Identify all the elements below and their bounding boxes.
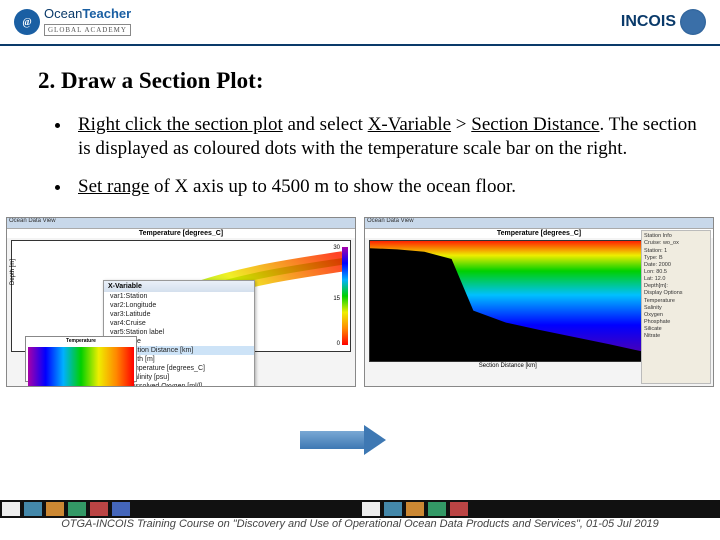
arrow-icon [300, 425, 386, 455]
logo-word1: Ocean [44, 6, 82, 21]
taskbar-icon[interactable] [46, 502, 64, 516]
context-menu-item[interactable]: var2:Longitude [104, 301, 254, 310]
colorbar [342, 247, 348, 345]
window-titlebar: Ocean Data View [365, 218, 713, 229]
sidebar-line: Station Info [644, 233, 708, 240]
globe-icon [680, 9, 706, 35]
taskbar-icon[interactable] [90, 502, 108, 516]
taskbar-icon[interactable] [112, 502, 130, 516]
header-bar: @ OceanTeacher GLOBAL ACADEMY INCOIS [0, 0, 720, 46]
context-menu-item[interactable]: var1:Station [104, 292, 254, 301]
sidebar-line: Silicate [644, 326, 708, 333]
slide-title: 2. Draw a Section Plot: [38, 68, 702, 94]
sidebar-line: Display Options [644, 290, 708, 297]
sidebar-line: Type: B [644, 255, 708, 262]
sidebar-line: Phosphate [644, 319, 708, 326]
y-axis-label: Depth [m] [10, 259, 16, 285]
left-screenshot: Ocean Data View Temperature [degrees_C] … [6, 217, 356, 387]
sidebar-line: Lat: 12.0 [644, 276, 708, 283]
thumbnail-plot: Temperature [25, 336, 137, 382]
context-menu-item[interactable]: var3:Latitude [104, 310, 254, 319]
odv-sidebar[interactable]: Station InfoCruise: wo_oxStation: 1Type:… [641, 230, 711, 384]
window-titlebar: Ocean Data View [7, 218, 355, 229]
incois-text: INCOIS [621, 13, 676, 31]
grad-cap-icon: @ [14, 9, 40, 35]
taskbar-icon[interactable] [362, 502, 380, 516]
context-menu-item[interactable]: var4:Cruise [104, 319, 254, 328]
sidebar-line: Station: 1 [644, 248, 708, 255]
bullet-1: Right click the section plot and select … [72, 113, 702, 161]
taskbar-icon[interactable] [24, 502, 42, 516]
footer-text: OTGA-INCOIS Training Course on "Discover… [0, 515, 720, 540]
x-axis-label: Section Distance [km] [479, 363, 537, 369]
logo-subtitle: GLOBAL ACADEMY [44, 24, 131, 36]
taskbar-icon[interactable] [406, 502, 424, 516]
taskbar-icon[interactable] [68, 502, 86, 516]
section-filled-plot[interactable]: Section Distance [km] [369, 240, 643, 362]
sidebar-line: Oxygen [644, 312, 708, 319]
sidebar-line: Temperature [644, 298, 708, 305]
incois-logo: INCOIS [621, 9, 706, 35]
bullet-2: Set range of X axis up to 4500 m to show… [72, 175, 702, 199]
taskbar-icon[interactable] [450, 502, 468, 516]
sidebar-line: Date: 2000 [644, 262, 708, 269]
taskbar-icon[interactable] [2, 502, 20, 516]
sidebar-line: Salinity [644, 305, 708, 312]
plot-title: Temperature [degrees_C] [7, 229, 355, 238]
logo-word2: Teacher [82, 6, 131, 21]
thumbnail-gradient [28, 347, 134, 387]
right-screenshot: Ocean Data View Temperature [degrees_C] … [364, 217, 714, 387]
sidebar-line: Nitrate [644, 333, 708, 340]
sidebar-line: Lon: 80.5 [644, 269, 708, 276]
sidebar-line: Depth[m]: [644, 283, 708, 290]
screenshot-row: Ocean Data View Temperature [degrees_C] … [0, 217, 720, 387]
bullet-list: Right click the section plot and select … [32, 113, 702, 198]
taskbar-icon[interactable] [384, 502, 402, 516]
context-menu-header: X-Variable [104, 281, 254, 292]
taskbar-icon[interactable] [428, 502, 446, 516]
sidebar-line: Cruise: wo_ox [644, 240, 708, 247]
oceanteacher-logo: @ OceanTeacher GLOBAL ACADEMY [14, 8, 131, 37]
slide-content: 2. Draw a Section Plot: Right click the … [0, 46, 720, 198]
